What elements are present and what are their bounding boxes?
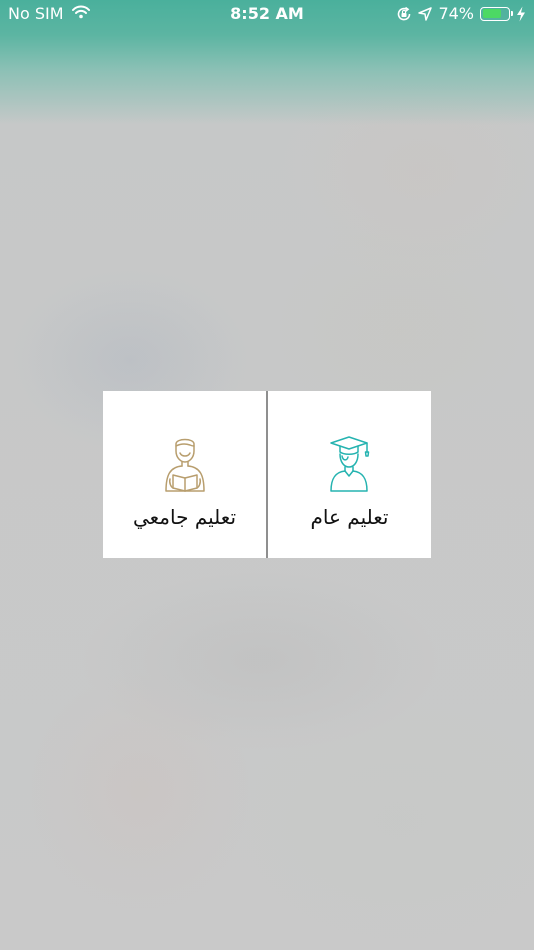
battery-percentage: 74% — [438, 4, 474, 23]
battery-icon — [480, 6, 513, 21]
graduate-cap-icon — [268, 435, 431, 493]
status-bar: No SIM 8:52 AM 74% — [0, 0, 534, 28]
status-right: 74% — [390, 4, 526, 23]
battery-level-fill — [482, 9, 501, 18]
location-arrow-icon — [418, 6, 433, 21]
orientation-lock-icon — [396, 6, 412, 22]
student-reading-book-icon — [103, 435, 266, 493]
university-education-label: تعليم جامعي — [132, 505, 237, 529]
university-education-card[interactable]: تعليم جامعي — [103, 391, 266, 558]
education-type-chooser: تعليم جامعي تعليم عام — [103, 391, 431, 558]
general-education-card[interactable]: تعليم عام — [268, 391, 431, 558]
general-education-label: تعليم عام — [310, 505, 389, 529]
status-time: 8:52 AM — [230, 4, 304, 23]
charging-bolt-icon — [516, 6, 526, 22]
